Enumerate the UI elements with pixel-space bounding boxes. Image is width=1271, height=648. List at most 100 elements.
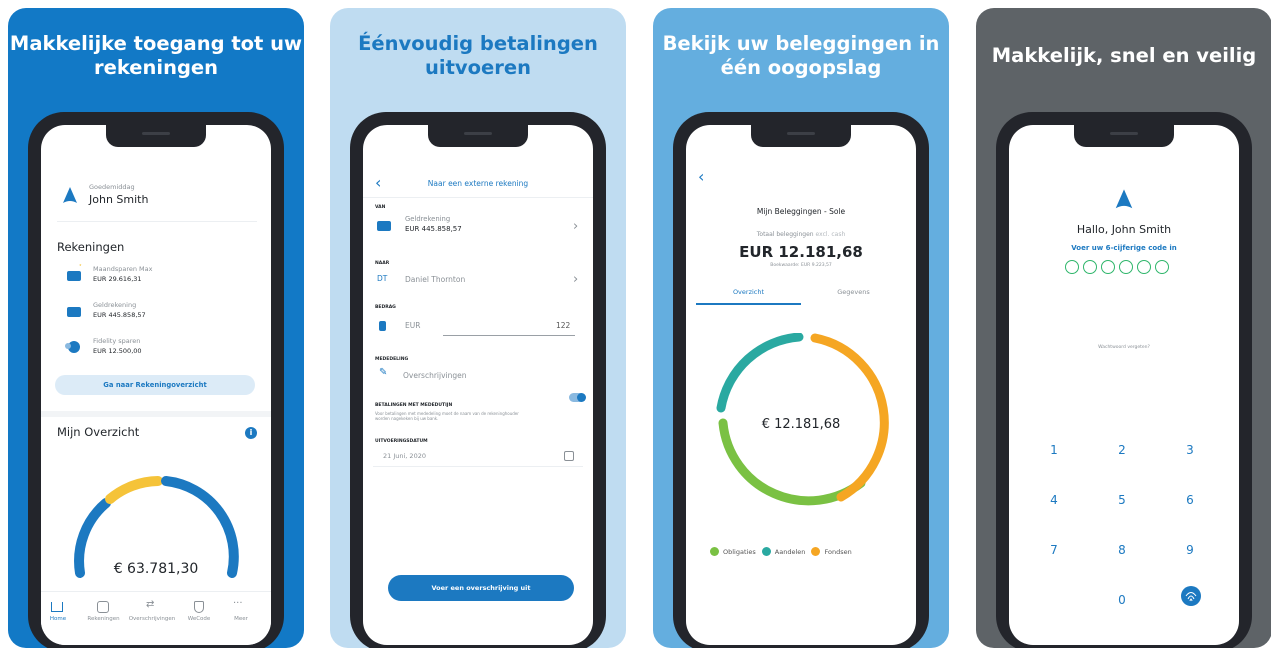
pin-dot: [1155, 260, 1169, 274]
section-divider: [41, 411, 271, 417]
tab-wecode[interactable]: WeCode: [181, 616, 217, 622]
more-icon[interactable]: ···: [233, 598, 243, 609]
pin-dots: [1065, 259, 1185, 275]
account-amount: EUR 445.858,57: [93, 311, 146, 319]
accounts-icon[interactable]: [97, 601, 109, 613]
pin-dot: [1101, 260, 1115, 274]
recipient-initials: DT: [377, 274, 388, 283]
from-account-name: Geldrekening: [405, 215, 451, 223]
recipient-name: Daniel Thornton: [405, 275, 466, 284]
headline: Bekijk uw beleggingen in één oogopslag: [662, 32, 940, 79]
message-label: MEDEDELING: [375, 357, 409, 362]
toggle-knob: [577, 393, 586, 402]
tab-more[interactable]: Meer: [226, 616, 256, 622]
tab-transfers[interactable]: Overschrijvingen: [127, 616, 177, 622]
account-row[interactable]: ★ Maandsparen Max EUR 29.616,31: [57, 263, 257, 287]
from-account-field[interactable]: Geldrekening EUR 445.858,57 ›: [373, 211, 583, 239]
key-2[interactable]: 2: [1102, 443, 1142, 457]
headline: Makkelijke toegang tot uw rekeningen: [9, 32, 303, 79]
piggybank-icon: [65, 341, 80, 353]
panel-accounts: Makkelijke toegang tot uw rekeningen Goe…: [8, 8, 304, 648]
message-value: Overschrijvingen: [403, 371, 467, 380]
key-3[interactable]: 3: [1170, 443, 1210, 457]
panel-investments: Bekijk uw beleggingen in één oogopslag ‹…: [653, 8, 949, 648]
pin-dot: [1119, 260, 1133, 274]
card-icon: [377, 221, 391, 231]
chevron-right-icon: ›: [573, 219, 579, 234]
account-amount: EUR 12.500,00: [93, 347, 142, 355]
key-0[interactable]: 0: [1102, 593, 1142, 607]
divider: [363, 197, 593, 198]
currency: EUR: [405, 321, 421, 330]
chevron-right-icon: ›: [573, 272, 579, 287]
tab-home[interactable]: Home: [43, 616, 73, 622]
account-name: Maandsparen Max: [93, 265, 153, 273]
accounts-title: Rekeningen: [57, 240, 125, 254]
key-9[interactable]: 9: [1170, 543, 1210, 557]
calendar-icon: [564, 451, 574, 461]
shield-icon[interactable]: [194, 601, 204, 613]
pin-prompt: Voer uw 6-cijferige code in: [1071, 244, 1177, 252]
info-icon[interactable]: i: [245, 427, 257, 439]
total-label: Totaal beleggingen excl. cash: [756, 231, 846, 238]
date-value: 21 Juni, 2020: [383, 452, 426, 460]
transfer-icon[interactable]: ⇄: [146, 599, 154, 610]
toggle-label: BETALINGEN MET MEDEDUTIJN: [375, 403, 453, 408]
key-1[interactable]: 1: [1034, 443, 1074, 457]
toggle-description: Voor betalingen met mededeling moet de n…: [375, 411, 519, 421]
donut-center-value: € 12.181,68: [761, 417, 841, 432]
pin-dot: [1083, 260, 1097, 274]
legend-item: Obligaties: [710, 547, 756, 556]
fingerprint-icon[interactable]: [1180, 585, 1202, 607]
coins-icon: [379, 321, 386, 331]
tab-overview[interactable]: Overzicht: [696, 285, 801, 305]
bank-logo-icon: [63, 187, 77, 203]
key-4[interactable]: 4: [1034, 493, 1074, 507]
phone-screen: Hallo, John Smith Voer uw 6-cijferige co…: [1009, 125, 1239, 645]
overview-total: € 63.781,30: [113, 561, 199, 577]
account-amount: EUR 29.616,31: [93, 275, 142, 283]
nav-title: Naar een externe rekening: [427, 179, 529, 188]
star-icon: ★: [79, 263, 82, 267]
date-field[interactable]: 21 Juni, 2020: [373, 445, 583, 467]
tab-details[interactable]: Gegevens: [801, 285, 906, 305]
pin-dot: [1065, 260, 1079, 274]
forgot-password-link[interactable]: Wachtwoord vergeten?: [1009, 345, 1239, 350]
headline: Éénvoudig betalingen uitvoeren: [358, 32, 598, 79]
notch: [428, 125, 528, 147]
account-row[interactable]: Fidelity sparen EUR 12.500,00: [57, 335, 257, 359]
from-account-amount: EUR 445.858,57: [405, 225, 462, 233]
to-account-field[interactable]: DT Daniel Thornton ›: [373, 268, 583, 292]
amount-label: BEDRAG: [375, 305, 396, 310]
key-8[interactable]: 8: [1102, 543, 1142, 557]
key-5[interactable]: 5: [1102, 493, 1142, 507]
message-toggle[interactable]: [569, 393, 586, 402]
key-6[interactable]: 6: [1170, 493, 1210, 507]
accounts-overview-button[interactable]: Ga naar Rekeningoverzicht: [55, 375, 255, 395]
tab-accounts[interactable]: Rekeningen: [81, 616, 126, 622]
notch: [106, 125, 206, 147]
card-icon: [67, 307, 81, 317]
headline: Makkelijk, snel en veilig: [991, 44, 1257, 67]
panel-login: Makkelijk, snel en veilig Hallo, John Sm…: [976, 8, 1271, 648]
account-row[interactable]: Geldrekening EUR 445.858,57: [57, 299, 257, 323]
panel-payments: Éénvoudig betalingen uitvoeren ‹ Naar ee…: [330, 8, 626, 648]
to-label: NAAR: [375, 261, 390, 266]
submit-transfer-button[interactable]: Voer een overschrijving uit: [388, 575, 574, 601]
amount-field[interactable]: EUR 122: [373, 313, 583, 339]
phone-screen: ‹ Mijn Beleggingen - Sole Totaal beleggi…: [686, 125, 916, 645]
message-field[interactable]: ✎ Overschrijvingen: [373, 365, 583, 387]
pencil-icon: ✎: [379, 367, 388, 378]
date-label: UITVOERINGSDATUM: [375, 439, 428, 444]
amount-underline: [443, 335, 575, 336]
book-value: Boekwaarde: EUR 9.223,57: [770, 263, 832, 268]
card-icon: [67, 271, 81, 281]
legend-item: Aandelen: [761, 547, 805, 556]
user-name: John Smith: [89, 193, 149, 206]
key-7[interactable]: 7: [1034, 543, 1074, 557]
greeting: Goedemiddag: [89, 183, 135, 191]
phone-screen: Goedemiddag John Smith Rekeningen ★ Maan…: [41, 125, 271, 645]
phone-frame: ‹ Naar een externe rekening VAN Geldreke…: [350, 112, 606, 648]
home-icon[interactable]: [51, 602, 63, 612]
back-chevron-icon[interactable]: ‹: [698, 167, 704, 186]
